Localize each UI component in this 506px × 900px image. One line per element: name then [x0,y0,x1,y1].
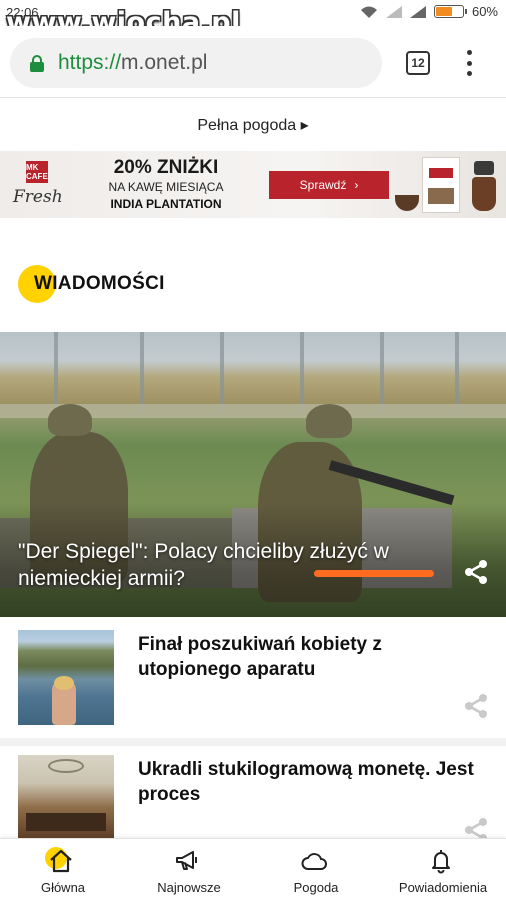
list-item[interactable]: Finał poszukiwań kobiety z utopionego ap… [0,630,506,730]
coffee-grinder-image [470,161,498,213]
browser-toolbar: https://m.onet.pl 12 [0,26,506,98]
fence-post [140,332,144,412]
divider [0,738,506,746]
status-icons: 60% [360,4,498,19]
fence-post [380,332,384,412]
battery-level [435,7,452,16]
tab-switcher-button[interactable]: 12 [406,51,430,75]
url-text[interactable]: https://m.onet.pl [58,51,207,75]
ad-cta-label: Sprawdź [299,178,347,192]
nav-label: Najnowsze [157,880,221,895]
chevron-right-icon: › [354,178,359,192]
megaphone-icon [173,847,205,875]
ad-headline-block: 20% ZNIŻKI NA KAWĘ MIESIĄCA INDIA PLANTA… [100,157,232,212]
ad-product: INDIA PLANTATION [110,197,222,211]
address-bar[interactable]: https://m.onet.pl [10,38,382,88]
section-title[interactable]: WIADOMOŚCI [34,273,165,295]
url-host: m.onet.pl [121,51,208,74]
article-title[interactable]: Finał poszukiwań kobiety z utopionego ap… [138,632,478,682]
battery-percent: 60% [471,4,498,19]
ad-brand-script: Fresh [13,187,63,207]
nav-item-weather[interactable]: Pogoda [253,847,379,897]
status-bar: 22:06 www.wiocha.pl 60% [0,0,506,38]
coffee-bowl-image [395,195,419,211]
nav-item-home[interactable]: Główna [0,847,126,897]
nav-label: Pogoda [293,880,339,895]
coffee-pack-image [422,157,460,213]
battery-icon [433,5,467,18]
wifi-icon [360,6,377,18]
cloud-icon [300,847,332,875]
section-header: WIADOMOŚCI [18,264,165,304]
more-vert-icon[interactable] [463,50,475,76]
helmet-shape [306,404,352,438]
url-scheme: https:// [58,51,122,74]
ad-headline: 20% ZNIŻKI [113,157,219,178]
fence-post [300,332,304,412]
home-icon [45,847,79,875]
article-thumbnail[interactable] [18,755,114,850]
signal-icon [409,5,426,18]
lock-icon[interactable] [30,55,44,72]
signal-icon [385,5,402,18]
hero-title[interactable]: "Der Spiegel": Polacy chcieliby złużyć w… [18,538,458,592]
fence-post [455,332,459,412]
article-thumbnail[interactable] [18,630,114,725]
bottom-navigation: Główna Najnowsze Pogoda Powiadomienia [0,838,506,900]
helmet-shape [48,404,92,436]
share-icon[interactable] [462,558,490,586]
article-title[interactable]: Ukradli stukilogramową monetę. Jest proc… [138,757,478,807]
fence-post [220,332,224,412]
ad-brand-badge: MK CAFE [26,161,48,183]
ad-subline: NA KAWĘ MIESIĄCA [108,180,224,194]
nav-item-notifications[interactable]: Powiadomienia [380,847,506,897]
full-weather-link[interactable]: Pełna pogoda ▸ [0,98,506,152]
nav-label: Powiadomienia [398,880,488,895]
list-item[interactable]: Ukradli stukilogramową monetę. Jest proc… [0,755,506,850]
share-icon[interactable] [462,692,490,720]
highlight-underline [314,570,434,577]
ad-cta-button[interactable]: Sprawdź › [269,171,389,199]
fence-post [54,332,58,412]
ad-banner[interactable]: MK CAFE Fresh 20% ZNIŻKI NA KAWĘ MIESIĄC… [0,151,506,218]
nav-item-latest[interactable]: Najnowsze [126,847,252,897]
nav-label: Główna [40,880,86,895]
bell-icon [427,847,459,875]
